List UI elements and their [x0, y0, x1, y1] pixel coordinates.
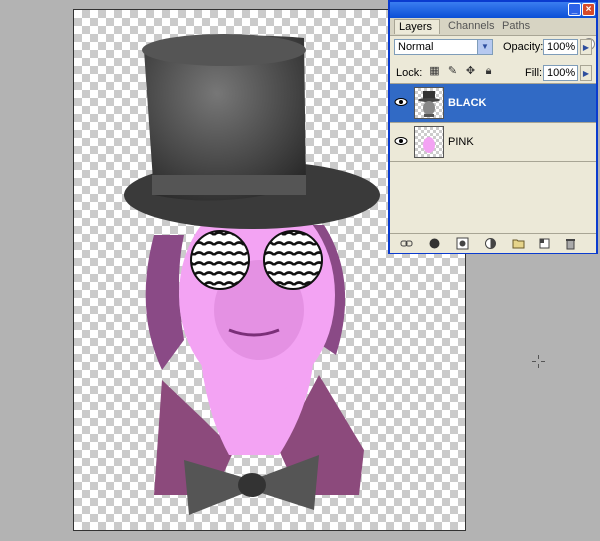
visibility-eye-icon[interactable] — [393, 94, 409, 110]
visibility-eye-icon[interactable] — [393, 133, 409, 149]
lock-all-icon[interactable]: 🔒︎ — [482, 65, 495, 78]
blend-mode-select[interactable]: Normal ▼ — [394, 39, 493, 55]
layer-style-icon[interactable] — [428, 237, 441, 250]
hair-shape — [145, 235, 184, 370]
crosshair-cursor-icon — [532, 355, 545, 368]
blend-mode-value: Normal — [398, 41, 434, 53]
layer-row-black[interactable]: BLACK — [390, 84, 596, 123]
close-button[interactable]: × — [582, 3, 595, 16]
lock-image-brush-icon[interactable]: ✎ — [446, 65, 459, 78]
layer-name: PINK — [448, 136, 474, 148]
link-icon[interactable] — [400, 237, 413, 250]
tab-channels[interactable]: Channels — [444, 19, 496, 34]
new-layer-icon[interactable] — [538, 237, 551, 250]
trash-icon[interactable] — [564, 237, 577, 250]
lock-transparent-icon[interactable]: ▦ — [428, 65, 441, 78]
opacity-slider-arrow-icon[interactable]: ▶ — [580, 39, 592, 55]
layers-palette: _ × Layers Channels Paths ▸ Normal ▼ Opa… — [388, 0, 598, 254]
palette-bottom-bar — [390, 233, 596, 253]
layer-thumbnail — [414, 126, 444, 158]
lock-label: Lock: — [396, 67, 423, 79]
minimize-button[interactable]: _ — [568, 3, 581, 16]
new-group-icon[interactable] — [512, 237, 525, 250]
palette-titlebar[interactable]: _ × — [390, 2, 596, 18]
fill-label: Fill: — [525, 67, 543, 79]
tab-paths[interactable]: Paths — [498, 19, 534, 34]
opacity-label: Opacity: — [503, 41, 544, 53]
layer-mask-icon[interactable] — [456, 237, 469, 250]
opacity-field[interactable]: 100% — [543, 39, 578, 55]
tab-layers[interactable]: Layers — [394, 19, 440, 34]
layer-name: BLACK — [448, 97, 487, 109]
layers-list: BLACK PINK — [390, 83, 596, 234]
layer-thumbnail — [414, 87, 444, 119]
chevron-down-icon[interactable]: ▼ — [477, 40, 492, 54]
left-swirl-eye — [190, 230, 250, 290]
lock-position-move-icon[interactable]: ✥ — [464, 65, 477, 78]
layer-row-pink[interactable]: PINK — [390, 123, 596, 162]
palette-tabs: Layers Channels Paths ▸ — [390, 18, 596, 50]
right-swirl-eye — [263, 230, 323, 290]
fill-slider-arrow-icon[interactable]: ▶ — [580, 65, 592, 81]
fill-field[interactable]: 100% — [543, 65, 578, 81]
adjustment-layer-icon[interactable] — [484, 237, 497, 250]
